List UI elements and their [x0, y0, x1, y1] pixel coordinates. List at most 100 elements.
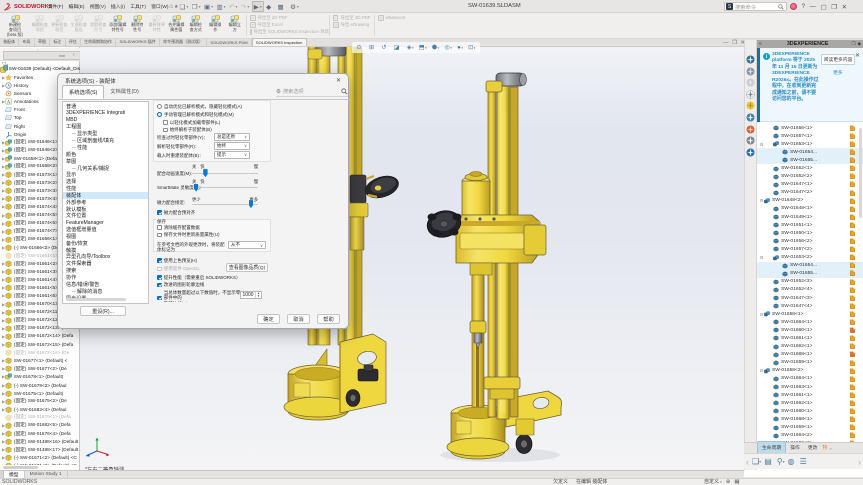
session-tree-item[interactable]: ⊟ SW-01657<1> — [757, 132, 863, 140]
user-avatar[interactable] — [790, 3, 797, 10]
commandmanager-tab[interactable]: SOLIDWORKS Inspection — [251, 38, 307, 46]
session-tree-item[interactable]: ⊟ SW-01657<2> — [757, 245, 863, 253]
session-tree-item[interactable]: ⊟ SW-01648<2> — [757, 197, 863, 205]
doc-restore-icon[interactable]: ❐ — [732, 40, 737, 46]
check-load-lightweight[interactable]: 以轻化模式加载零部件(L) — [163, 120, 220, 126]
session-tree-item[interactable]: ⊟ SW-01661<1> — [757, 334, 863, 342]
custom-properties-icon[interactable] — [746, 136, 755, 145]
tree-horizontal-scrollbar[interactable] — [3, 466, 38, 469]
smartmate-sensitivity-slider[interactable] — [192, 183, 258, 192]
magnetic-mate-proximity-slider[interactable] — [192, 200, 258, 209]
panel-expand-icon[interactable]: › — [73, 52, 75, 58]
search-icon[interactable] — [778, 3, 784, 10]
session-tree-item[interactable]: ⊟ SW-01659<1> — [757, 423, 863, 431]
radio-manual-manage[interactable]: 手动管理已解析模式和轻化模式(M) — [157, 112, 234, 118]
session-tree-item[interactable]: ⊟ SW-01649<1> — [757, 213, 863, 221]
new-file-icon[interactable]: ❏ ▾ — [178, 1, 189, 12]
view-palette-icon[interactable] — [746, 113, 755, 122]
session-tree-item[interactable]: ⊟ SW-01656<1> — [757, 124, 863, 132]
ribbon-stack-item[interactable]: 导出至 SOLIDWORKS Inspection 项目 — [249, 28, 329, 35]
threshold-spinbox[interactable]: 1000 ▲ ▼ — [240, 290, 262, 299]
options-gear-icon[interactable]: ⚙ ▾ — [289, 1, 300, 12]
feature-tree-item[interactable]: ▶ A (-) SW-01671<3> (Default) <C — [0, 462, 80, 465]
session-tree-item[interactable]: ⊟ SW-01664<1> — [757, 318, 863, 326]
session-tree-item[interactable]: ⊟ SW-01647<2> — [757, 189, 863, 197]
ribbon-button[interactable]: 删除特 性号 — [128, 13, 148, 38]
tab-overflow-icon[interactable]: » — [828, 444, 832, 453]
commandmanager-tab[interactable]: 命令预测器（测试版） — [160, 38, 208, 46]
feature-tree-item[interactable]: ▶ A (固定) SW-01672<15> (Defa — [0, 340, 80, 348]
home-icon[interactable]: ⌂▾ — [168, 1, 177, 12]
read-more-button[interactable]: 阅读更多内容 — [821, 54, 855, 65]
session-tree-item[interactable]: ⊟ SW-01655... — [757, 156, 863, 165]
options-category-item[interactable]: 普通 — [63, 103, 148, 110]
commandmanager-tab[interactable]: SOLIDWORKS PDM — [207, 38, 252, 46]
ribbon-stack-item[interactable]: 导出 eDrawing — [332, 21, 371, 28]
session-tree-scrollbar[interactable] — [859, 128, 862, 218]
close-icon[interactable]: ✕ — [842, 3, 847, 11]
session-tree-item[interactable]: ⊟ SW-01656<2> — [757, 237, 863, 245]
feature-tree-item[interactable]: ▶ A (固定) SW-01676<4> (Defa — [0, 430, 80, 438]
display-style-icon[interactable]: ⬢ ▾ — [432, 44, 440, 51]
session-tree-item[interactable]: ⊟ SW-01659<1> — [757, 359, 863, 367]
undock-icon[interactable]: ❐ — [851, 41, 855, 47]
menu-item[interactable]: 视图(V) — [87, 3, 108, 10]
grid-icon[interactable]: ▦ — [734, 479, 739, 485]
options-category-item[interactable]: 文件位置 — [63, 213, 148, 219]
session-tree-item[interactable]: ⊟ SW-01653<2> — [757, 254, 863, 262]
tag-icon[interactable]: ⊕ — [726, 479, 731, 485]
appearances-icon[interactable] — [746, 125, 755, 134]
dialog-tab[interactable]: 文档属性(D) — [104, 85, 145, 99]
feature-tree-item[interactable]: ▶ A (-) SW-01678<2> (Defaul — [0, 381, 80, 389]
session-tree-item[interactable]: ⊟ SW-01658<1> — [757, 310, 863, 318]
options-tree-scrollbar[interactable] — [66, 298, 126, 301]
zoom-fit-icon[interactable]: ⊙▾ — [357, 44, 364, 51]
feature-tree-item[interactable]: ▶ A (固定) SW-01675<2> (De — [0, 397, 80, 405]
ribbon-button[interactable]: 生成检查 报告 — [69, 13, 89, 38]
ribbon-button[interactable]: 合并编辑 属性值 — [167, 13, 187, 38]
session-tree-item[interactable]: ⊟ SW-01664<1> — [757, 375, 863, 383]
dropdown-mark-modified[interactable]: 从不 ∨ — [228, 241, 266, 249]
session-tree-item[interactable]: ⊟ SW-01664<2> — [757, 432, 863, 440]
ribbon-button[interactable]: 编辑操 作 — [206, 13, 226, 38]
ribbon-button[interactable]: 编辑检查 项目 — [30, 13, 50, 38]
forum-icon[interactable] — [746, 148, 755, 157]
session-tree-item[interactable]: ⊟ SW-01660<1> — [757, 407, 863, 415]
options-category-item[interactable]: 区域剖面线/填充 — [63, 137, 148, 144]
help-button[interactable]: 帮助 — [317, 314, 340, 324]
print-icon[interactable]: ▥ ▾ — [215, 1, 227, 12]
view-settings-icon[interactable]: ⊡ ▾ — [468, 44, 475, 51]
ribbon-button[interactable]: 编辑检 查方式 — [186, 13, 206, 38]
list-icon[interactable]: ☰▾ — [800, 457, 809, 466]
zoom-area-icon[interactable]: ⊞▾ — [369, 44, 376, 51]
edit-appearance-icon[interactable]: ● ▾ — [457, 45, 463, 51]
dropdown-outofdate-lightweight[interactable]: 总是还原 ∨ — [214, 132, 250, 141]
ribbon-stack-item[interactable]: 导出至 Excel — [249, 21, 326, 28]
image-quality-button[interactable]: 查看图像品质(Q) — [226, 263, 268, 272]
check-update-mass-properties[interactable]: 保存文件时更新质量属性(U) — [157, 232, 220, 238]
rebuild-icon[interactable]: ▶ ▾ — [251, 1, 264, 12]
feature-tree-item[interactable]: ▶ A (固定) SW-01672<16> (De — [0, 349, 80, 357]
menu-item[interactable]: 工具(T) — [128, 3, 149, 10]
mate-animation-speed-slider[interactable] — [192, 169, 258, 178]
check-software-opengl[interactable]: 使用软件 OpenGL — [157, 266, 200, 272]
check-shaded-preview[interactable]: 使用上色预览(H) — [157, 258, 197, 264]
redo-icon[interactable]: ↷ ▾ — [240, 1, 251, 12]
session-tree-item[interactable]: ⊟ SW-01654... — [757, 148, 863, 157]
ribbon-button[interactable]: 提取检查 尺寸 — [89, 13, 109, 38]
session-tree-item[interactable]: ⊟ SW-01662<1> — [757, 399, 863, 407]
session-tree-item[interactable]: ⊟ SW-01653<1> — [757, 140, 863, 148]
cascade-icon[interactable]: ❐ — [831, 3, 837, 11]
session-tree-item[interactable]: ⊟ SW-01658<2> — [757, 367, 863, 375]
menu-item[interactable]: 编辑(E) — [66, 3, 87, 10]
feature-tree-item[interactable]: ▶ A (固定) SW-01682<5> (Defa — [0, 421, 80, 429]
commandmanager-tab[interactable]: 标注 — [50, 38, 66, 46]
file-properties-icon[interactable]: ◆▾ — [265, 1, 275, 12]
check-resolve-subassemblies[interactable]: 始终解析子装配体(B) — [163, 127, 212, 133]
check-hide-edges-threshold[interactable]: 当总体数量超过以下数值时，不显示零部件中的隐藏边线(E) — [157, 290, 243, 302]
reset-button[interactable]: 重设(R)... — [80, 306, 126, 316]
section-view-icon[interactable]: ◪▾ — [394, 44, 402, 51]
session-tree-item[interactable]: ⊟ SW-01647<4> — [757, 302, 863, 310]
toolbox-icon[interactable] — [746, 101, 755, 110]
hide-show-icon[interactable]: ◎ ▾ — [444, 44, 452, 51]
